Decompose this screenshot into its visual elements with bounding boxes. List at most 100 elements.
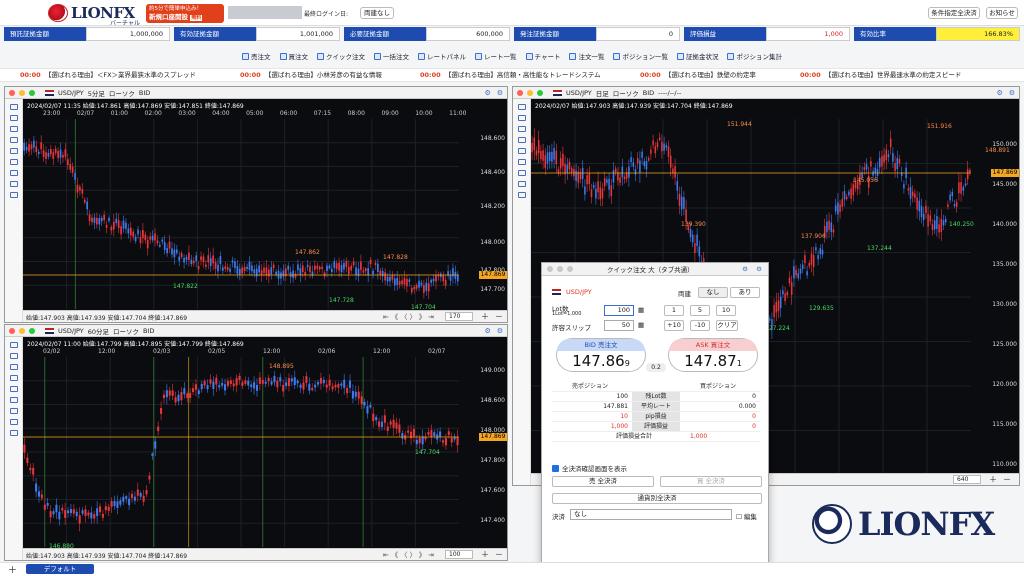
- scroll-nav-icons[interactable]: ⇤ 《 〈 〉 》 ⇥: [383, 312, 434, 322]
- chart-titlebar[interactable]: USD/JPY 60分足 ローソク BID ⚙ ⚙: [5, 325, 507, 337]
- chart-type-select[interactable]: ローソク: [113, 326, 139, 336]
- keypad-icon[interactable]: ▦: [638, 321, 644, 329]
- chart-canvas[interactable]: 2024/02/07 11:35 始値:147.861 高値:147.869 安…: [23, 99, 507, 311]
- chart-timeframe-select[interactable]: 60分足: [88, 326, 109, 336]
- toolbar-order-list[interactable]: 注文一覧: [569, 51, 604, 61]
- chart-pair-select[interactable]: USD/JPY: [58, 89, 84, 97]
- chart-side-select[interactable]: BID: [643, 89, 654, 97]
- hedge-off-toggle[interactable]: なし: [698, 287, 728, 298]
- settings-icon[interactable]: ⚙: [756, 265, 762, 273]
- magnet-icon[interactable]: [9, 408, 18, 414]
- close-window-icon[interactable]: [517, 89, 523, 96]
- toolbar-bulk-order[interactable]: 一括注文: [374, 51, 409, 61]
- trendline-icon[interactable]: [517, 126, 526, 132]
- buy-close-all-button[interactable]: 買 全決済: [660, 476, 762, 487]
- ticker-item[interactable]: 00:00 【選ばれる理由】高信頼・高性能なトレードシステム: [420, 69, 601, 81]
- chart-timeframe-select[interactable]: 日足: [596, 88, 609, 98]
- lot-step-10[interactable]: 10: [716, 305, 736, 316]
- chart-pair-select[interactable]: USD/JPY: [566, 89, 592, 97]
- lot-clear[interactable]: クリア: [716, 320, 738, 331]
- toolbar-rate-panel[interactable]: レートパネル: [418, 51, 466, 61]
- lot-input[interactable]: 100: [604, 305, 634, 316]
- bar-count-select[interactable]: 640: [953, 475, 981, 484]
- shape-icon[interactable]: [9, 386, 18, 392]
- trash-icon[interactable]: [9, 192, 18, 198]
- bar-count-select[interactable]: 100: [445, 550, 473, 559]
- tab-default[interactable]: デフォルト: [26, 564, 94, 574]
- zoom-out-icon[interactable]: －: [1003, 474, 1011, 485]
- bid-sell-button[interactable]: BID 売注文 147.869: [556, 338, 646, 372]
- gear-icon[interactable]: ⚙: [742, 265, 748, 273]
- lot-plus-10[interactable]: +10: [664, 320, 684, 331]
- lock-icon[interactable]: [9, 181, 18, 187]
- lot-step-5[interactable]: 5: [690, 305, 710, 316]
- close-window-icon[interactable]: [9, 327, 15, 334]
- slippage-input[interactable]: 50: [604, 320, 634, 331]
- chart-type-select[interactable]: ローソク: [613, 88, 639, 98]
- magnet-icon[interactable]: [517, 170, 526, 176]
- chart-pair-select[interactable]: USD/JPY: [58, 327, 84, 335]
- hedge-on-toggle[interactable]: あり: [730, 287, 760, 298]
- cursor-icon[interactable]: [517, 104, 526, 110]
- toolbar-sell-order[interactable]: 売注文: [242, 51, 271, 61]
- sell-close-all-button[interactable]: 売 全決済: [552, 476, 654, 487]
- toolbar-buy-order[interactable]: 買注文: [279, 51, 308, 61]
- maximize-window-icon[interactable]: [29, 89, 35, 96]
- toolbar-quick-order[interactable]: クイック注文: [317, 51, 365, 61]
- text-icon[interactable]: [517, 159, 526, 165]
- ask-buy-button[interactable]: ASK 買注文 147.871: [668, 338, 758, 372]
- cursor-icon[interactable]: [9, 104, 18, 110]
- chart-titlebar[interactable]: USD/JPY 5分足 ローソク BID ⚙ ⚙: [5, 87, 507, 99]
- toolbar-chart[interactable]: チャート: [525, 51, 560, 61]
- toolbar-position-summary[interactable]: ポジション集計: [727, 51, 782, 61]
- minimize-window-icon[interactable]: [557, 266, 563, 272]
- text-icon[interactable]: [9, 397, 18, 403]
- zoom-in-icon[interactable]: ＋: [989, 474, 997, 485]
- confirm-checkbox[interactable]: 全決済確認画面を表示: [552, 463, 627, 473]
- settings-icon[interactable]: ⚙: [1009, 89, 1015, 97]
- minimize-window-icon[interactable]: [19, 89, 25, 96]
- zoom-out-icon[interactable]: －: [495, 311, 503, 322]
- close-window-icon[interactable]: [9, 89, 15, 96]
- maximize-window-icon[interactable]: [29, 327, 35, 334]
- gear-icon[interactable]: ⚙: [484, 327, 490, 335]
- maximize-window-icon[interactable]: [537, 89, 543, 96]
- settle-select[interactable]: なし: [570, 509, 732, 520]
- gear-icon[interactable]: ⚙: [996, 89, 1002, 97]
- zoom-in-icon[interactable]: ＋: [481, 549, 489, 560]
- lot-step-1[interactable]: 1: [664, 305, 684, 316]
- bar-count-select[interactable]: 170: [445, 312, 473, 321]
- zoom-in-icon[interactable]: ＋: [481, 311, 489, 322]
- trash-icon[interactable]: [9, 430, 18, 436]
- trash-icon[interactable]: [517, 192, 526, 198]
- toolbar-position-list[interactable]: ポジション一覧: [613, 51, 668, 61]
- checkbox-checked-icon[interactable]: [552, 464, 559, 472]
- chart-side-select[interactable]: BID: [139, 89, 150, 97]
- toolbar-rate-list[interactable]: レート一覧: [475, 51, 517, 61]
- add-tab-icon[interactable]: ＋: [8, 563, 17, 576]
- chart-timeframe-select[interactable]: 5分足: [88, 88, 105, 98]
- trendline-icon[interactable]: [9, 364, 18, 370]
- pair-close-all-button[interactable]: 通貨別全決済: [552, 493, 762, 504]
- shape-icon[interactable]: [517, 148, 526, 154]
- close-window-icon[interactable]: [547, 266, 553, 272]
- lock-icon[interactable]: [9, 419, 18, 425]
- chart-side-select[interactable]: BID: [143, 327, 154, 335]
- trendline-icon[interactable]: [9, 126, 18, 132]
- keypad-icon[interactable]: ▦: [638, 306, 644, 314]
- pen-icon[interactable]: [9, 115, 18, 121]
- hedge-status-button[interactable]: 両建なし: [360, 7, 394, 19]
- gear-icon[interactable]: ⚙: [484, 89, 490, 97]
- settings-icon[interactable]: ⚙: [497, 327, 503, 335]
- minimize-window-icon[interactable]: [527, 89, 533, 96]
- settings-icon[interactable]: ⚙: [497, 89, 503, 97]
- scroll-nav-icons[interactable]: ⇤ 《 〈 〉 》 ⇥: [383, 550, 434, 560]
- lock-icon[interactable]: [517, 181, 526, 187]
- magnet-icon[interactable]: [9, 170, 18, 176]
- chart-type-select[interactable]: ローソク: [109, 88, 135, 98]
- conditional-close-button[interactable]: 条件指定全決済: [928, 7, 980, 19]
- pair-select[interactable]: USD/JPY: [566, 288, 592, 296]
- ticker-item[interactable]: 00:00 【選ばれる理由】＜FX＞業界最狭水準のスプレッド: [20, 69, 196, 81]
- lot-minus-10[interactable]: -10: [690, 320, 710, 331]
- ticker-item[interactable]: 00:00 【選ばれる理由】世界最速水準の約定スピード: [800, 69, 961, 81]
